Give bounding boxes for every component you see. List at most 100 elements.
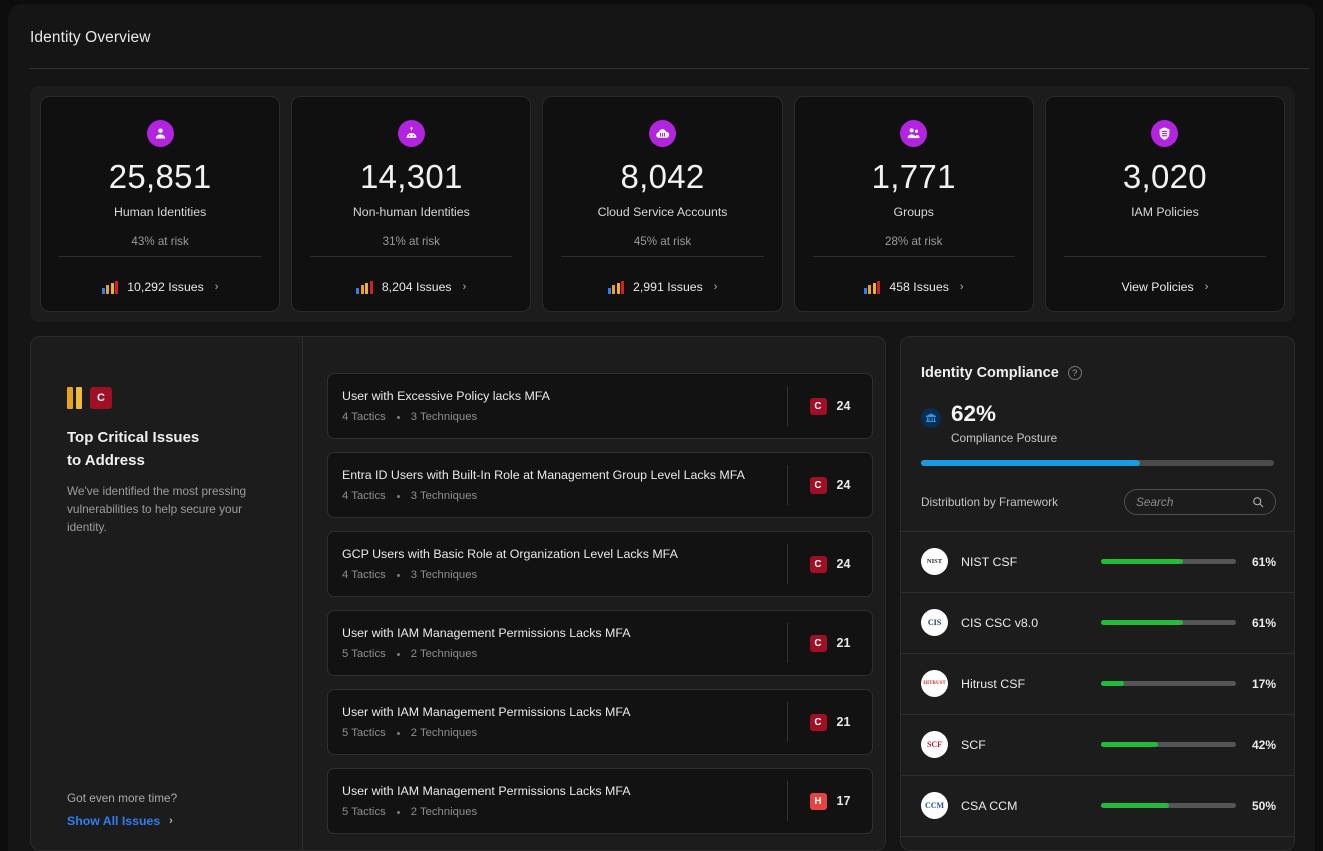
framework-name: CSA CCM	[961, 799, 1101, 813]
issue-row[interactable]: Entra ID Users with Built-In Role at Man…	[327, 452, 873, 518]
framework-name: NIST CSF	[961, 555, 1101, 569]
severity-badge: C	[810, 635, 827, 652]
framework-progress-track	[1101, 559, 1236, 564]
issue-list: User with Excessive Policy lacks MFA4 Ta…	[303, 337, 885, 850]
framework-logo-text: SCF	[927, 740, 942, 749]
issue-score-group: H17	[788, 793, 872, 810]
issue-main: User with IAM Management Permissions Lac…	[342, 784, 787, 818]
compliance-posture: 62% Compliance Posture	[901, 381, 1294, 445]
kpi-footer-link[interactable]: 8,204 Issues›	[292, 280, 530, 294]
kpi-card[interactable]: 1,771Groups28% at risk458 Issues›	[794, 96, 1034, 312]
issue-techniques: 2 Techniques	[411, 648, 477, 660]
issue-row[interactable]: User with IAM Management Permissions Lac…	[327, 610, 873, 676]
framework-logo-text: CIS	[928, 618, 941, 627]
header-divider	[30, 68, 1309, 69]
identity-overview-page: Identity Overview 25,851Human Identities…	[8, 4, 1315, 851]
issue-meta: 5 Tactics2 Techniques	[342, 727, 787, 739]
issue-score: 21	[837, 715, 851, 729]
framework-progress-fill	[1101, 803, 1169, 808]
issue-score-group: C24	[788, 398, 872, 415]
framework-row[interactable]: SCFSCF42%	[901, 714, 1294, 775]
issue-score-group: C24	[788, 556, 872, 573]
issue-tactics: 5 Tactics	[342, 727, 386, 739]
kpi-card[interactable]: 25,851Human Identities43% at risk10,292 …	[40, 96, 280, 312]
framework-row[interactable]: CCM CSA CCM 50%	[901, 775, 1294, 836]
kpi-footer-link[interactable]: 458 Issues›	[795, 280, 1033, 294]
kpi-divider	[561, 256, 763, 257]
framework-logo-icon: CCM	[921, 792, 948, 819]
framework-row[interactable]: HITRUSTHitrust CSF17%	[901, 653, 1294, 714]
issue-tactics: 4 Tactics	[342, 569, 386, 581]
meta-separator-dot	[397, 574, 400, 577]
framework-percent: 50%	[1236, 799, 1276, 813]
issue-tactics: 4 Tactics	[342, 411, 386, 423]
meta-separator-dot	[397, 811, 400, 814]
kpi-footer-link[interactable]: 10,292 Issues›	[41, 280, 279, 294]
kpi-divider	[310, 256, 512, 257]
framework-logo-icon: HITRUST	[921, 670, 948, 697]
kpi-footer-link[interactable]: View Policies›	[1046, 280, 1284, 294]
issue-row[interactable]: User with IAM Management Permissions Lac…	[327, 768, 873, 834]
bar-chart-icon	[102, 281, 119, 294]
issue-meta: 5 Tactics2 Techniques	[342, 806, 787, 818]
compliance-header: Identity Compliance ?	[901, 337, 1294, 381]
framework-row[interactable]: NISTNIST CSF61%	[901, 531, 1294, 592]
framework-progress-track	[1101, 620, 1236, 625]
severity-badge: C	[810, 398, 827, 415]
kpi-footer-label: 2,991 Issues	[633, 280, 703, 294]
meta-separator-dot	[397, 416, 400, 419]
bank-institution-icon	[921, 408, 941, 428]
search-input[interactable]: Search	[1136, 495, 1246, 509]
kpi-label: IAM Policies	[1131, 205, 1199, 219]
severity-badge: C	[810, 477, 827, 494]
identity-compliance-panel: Identity Compliance ? 62% Compliance Pos…	[900, 336, 1295, 851]
framework-row[interactable]	[901, 836, 1294, 851]
help-icon[interactable]: ?	[1068, 366, 1082, 380]
show-all-issues-link[interactable]: Show All Issues ›	[67, 814, 177, 828]
meta-separator-dot	[397, 495, 400, 498]
kpi-card[interactable]: 14,301Non-human Identities31% at risk8,2…	[291, 96, 531, 312]
top-critical-title-line1: Top Critical Issues	[67, 426, 272, 449]
issue-main: User with IAM Management Permissions Lac…	[342, 705, 787, 739]
framework-percent: 17%	[1236, 677, 1276, 691]
framework-progress-track	[1101, 681, 1236, 686]
posture-label: Compliance Posture	[951, 431, 1057, 445]
issue-score-group: C 21	[788, 635, 872, 652]
issue-score-group: C24	[788, 477, 872, 494]
kpi-card[interactable]: 3,020IAM PoliciesView Policies›	[1045, 96, 1285, 312]
kpi-risk-text: 31% at risk	[383, 235, 440, 248]
issue-title: User with IAM Management Permissions Lac…	[342, 784, 787, 798]
user-icon	[147, 120, 174, 147]
framework-search-box[interactable]: Search	[1124, 489, 1276, 515]
issue-row[interactable]: User with Excessive Policy lacks MFA4 Ta…	[327, 373, 873, 439]
cloud-icon	[649, 120, 676, 147]
framework-row[interactable]: CISCIS CSC v8.061%	[901, 592, 1294, 653]
issue-row[interactable]: GCP Users with Basic Role at Organizatio…	[327, 531, 873, 597]
issue-tactics: 5 Tactics	[342, 806, 386, 818]
issue-main: User with IAM Management Permissions Lac…	[342, 626, 787, 660]
issue-title: User with IAM Management Permissions Lac…	[342, 705, 787, 719]
posture-progress-track	[921, 460, 1274, 466]
kpi-label: Human Identities	[114, 205, 206, 219]
issue-meta: 4 Tactics3 Techniques	[342, 569, 787, 581]
kpi-label: Non-human Identities	[353, 205, 470, 219]
page-header: Identity Overview	[8, 4, 1315, 68]
group-icon	[900, 120, 927, 147]
framework-percent: 61%	[1236, 555, 1276, 569]
kpi-footer-link[interactable]: 2,991 Issues ›	[543, 280, 781, 294]
kpi-divider	[59, 256, 261, 257]
posture-text-block: 62% Compliance Posture	[951, 402, 1057, 445]
framework-progress-fill	[1101, 681, 1124, 686]
lower-section: C Top Critical Issues to Address We've i…	[30, 336, 1295, 851]
kpi-divider	[813, 256, 1015, 257]
issue-tactics: 5 Tactics	[342, 648, 386, 660]
issue-row[interactable]: User with IAM Management Permissions Lac…	[327, 689, 873, 755]
issue-meta: 4 Tactics3 Techniques	[342, 411, 787, 423]
policy-shield-icon	[1151, 120, 1178, 147]
chevron-right-icon: ›	[463, 281, 467, 293]
kpi-card[interactable]: 8,042Cloud Service Accounts45% at risk2,…	[542, 96, 782, 312]
chevron-right-icon: ›	[714, 281, 718, 293]
kpi-footer-label: 458 Issues	[889, 280, 948, 294]
top-critical-issues-panel: C Top Critical Issues to Address We've i…	[30, 336, 886, 851]
issue-score: 21	[837, 636, 851, 650]
